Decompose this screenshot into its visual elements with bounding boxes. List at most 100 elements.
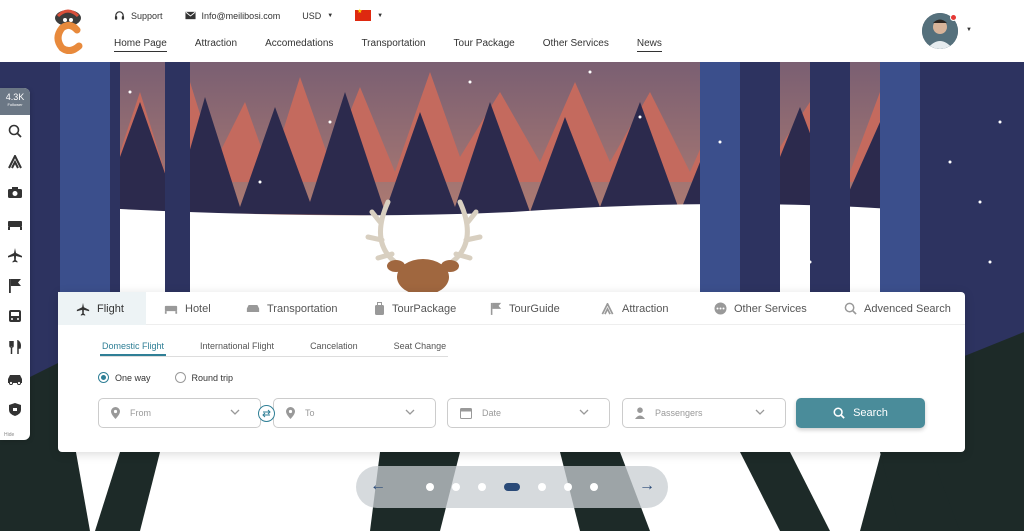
tab-label: Flight: [97, 302, 124, 315]
mail-icon: [184, 11, 196, 20]
side-car-button[interactable]: [0, 363, 30, 394]
luggage-icon: [375, 301, 384, 315]
tab-label: Other Services: [734, 302, 807, 315]
nav-accomedations[interactable]: Accomedations: [265, 38, 333, 52]
currency-value: USD: [302, 10, 322, 21]
tab-attraction[interactable]: Attraction: [582, 292, 696, 325]
user-icon: [635, 407, 645, 419]
main-nav: Home Page Attraction Accomedations Trans…: [114, 38, 690, 52]
carousel-dot[interactable]: [478, 483, 486, 491]
subtab-international-flight[interactable]: International Flight: [198, 337, 276, 356]
bus-icon: [9, 310, 21, 322]
tab-label: Attraction: [622, 302, 669, 315]
nav-other-services[interactable]: Other Services: [543, 38, 609, 52]
flight-subtabs: Domestic Flight International Flight Can…: [100, 337, 449, 357]
flag-icon: [9, 279, 21, 293]
subtab-cancelation[interactable]: Cancelation: [308, 337, 360, 356]
chevron-down-icon: [405, 409, 415, 415]
side-camera-button[interactable]: [0, 177, 30, 208]
radio-round-trip[interactable]: Round trip: [174, 372, 233, 383]
attraction-icon: [601, 302, 614, 315]
location-pin-icon: [111, 407, 120, 419]
nav-transportation[interactable]: Transportation: [361, 38, 425, 52]
date-placeholder: Date: [482, 408, 502, 418]
tab-tour-guide[interactable]: TourGuide: [472, 292, 582, 325]
camera-icon: [8, 187, 22, 198]
nav-home-page[interactable]: Home Page: [114, 38, 167, 52]
plane-icon: [8, 247, 22, 262]
language-dropdown[interactable]: ▼: [355, 8, 384, 21]
search-button[interactable]: Search: [796, 398, 925, 428]
chevron-down-icon: [230, 409, 240, 415]
followers-count: 4.3K: [5, 92, 25, 102]
shield-icon: [9, 403, 21, 416]
side-restaurant-button[interactable]: [0, 332, 30, 363]
side-insurance-button[interactable]: [0, 394, 30, 425]
currency-dropdown[interactable]: USD ▼: [302, 11, 333, 21]
radio-label: One way: [115, 372, 151, 383]
nav-tour-package[interactable]: Tour Package: [454, 38, 515, 52]
tab-label: TourGuide: [509, 302, 560, 315]
nav-attraction[interactable]: Attraction: [195, 38, 237, 52]
restaurant-icon: [9, 340, 21, 354]
advanced-search-icon: [844, 302, 857, 315]
carousel-dot-active[interactable]: [504, 483, 520, 491]
subtab-domestic-flight[interactable]: Domestic Flight: [100, 337, 167, 356]
to-placeholder: To: [305, 408, 315, 418]
tab-transportation[interactable]: Transportation: [228, 292, 356, 325]
side-attraction-button[interactable]: [0, 146, 30, 177]
search-button-label: Search: [853, 407, 888, 419]
radio-one-way[interactable]: One way: [98, 372, 151, 383]
caret-down-icon: ▼: [377, 12, 384, 19]
swap-locations-button[interactable]: [258, 405, 275, 422]
plane-icon: [76, 302, 90, 316]
tab-hotel[interactable]: Hotel: [146, 292, 228, 325]
radio-indicator: [174, 372, 186, 383]
caret-down-icon: ▼: [327, 12, 334, 19]
support-link[interactable]: Support: [114, 10, 163, 21]
bed-icon: [8, 220, 22, 230]
side-hotel-button[interactable]: [0, 208, 30, 239]
attraction-icon: [8, 154, 22, 168]
from-field[interactable]: From: [98, 398, 261, 428]
tab-advanced-search[interactable]: Advenced Search: [826, 292, 956, 325]
tab-other-services[interactable]: Other Services: [696, 292, 826, 325]
carousel-dot[interactable]: [564, 483, 572, 491]
date-field[interactable]: Date: [447, 398, 610, 428]
tab-label: Hotel: [185, 302, 211, 315]
tab-tour-package[interactable]: TourPackage: [356, 292, 472, 325]
tab-label: Transportation: [267, 302, 338, 315]
search-icon: [8, 124, 22, 138]
location-pin-icon: [286, 407, 295, 419]
side-search-button[interactable]: [0, 115, 30, 146]
passengers-placeholder: Passengers: [655, 408, 703, 418]
followers-badge[interactable]: 4.3K Follower: [0, 88, 30, 115]
trip-type-group: One way Round trip: [98, 372, 257, 383]
side-tour-guide-button[interactable]: [0, 270, 30, 301]
hide-toolbar-button[interactable]: Hide: [4, 432, 14, 438]
site-header: Support Info@meilibosi.com USD ▼ ▼ Home …: [0, 0, 1024, 62]
subtab-seat-change[interactable]: Seat Change: [392, 337, 449, 356]
nav-news[interactable]: News: [636, 38, 662, 52]
search-icon: [833, 407, 845, 419]
side-bus-button[interactable]: [0, 301, 30, 332]
caret-down-icon[interactable]: ▼: [966, 27, 972, 33]
to-field[interactable]: To: [273, 398, 436, 428]
carousel-prev-arrow-icon[interactable]: ←: [370, 477, 386, 495]
brand-logo[interactable]: [52, 8, 84, 54]
calendar-icon: [460, 408, 472, 419]
carousel-dot[interactable]: [426, 483, 434, 491]
bed-icon: [164, 305, 178, 314]
from-placeholder: From: [130, 408, 151, 418]
carousel-dot[interactable]: [452, 483, 460, 491]
email-label: Info@meilibosi.com: [201, 10, 281, 21]
hero-carousel-controls: ← →: [356, 466, 668, 508]
tab-flight[interactable]: Flight: [58, 292, 146, 325]
side-flight-button[interactable]: [0, 239, 30, 270]
chevron-down-icon: [579, 409, 589, 415]
email-link[interactable]: Info@meilibosi.com: [184, 10, 281, 21]
passengers-field[interactable]: Passengers: [622, 398, 786, 428]
carousel-dot[interactable]: [590, 483, 598, 491]
carousel-next-arrow-icon[interactable]: →: [639, 477, 655, 495]
carousel-dot[interactable]: [538, 483, 546, 491]
